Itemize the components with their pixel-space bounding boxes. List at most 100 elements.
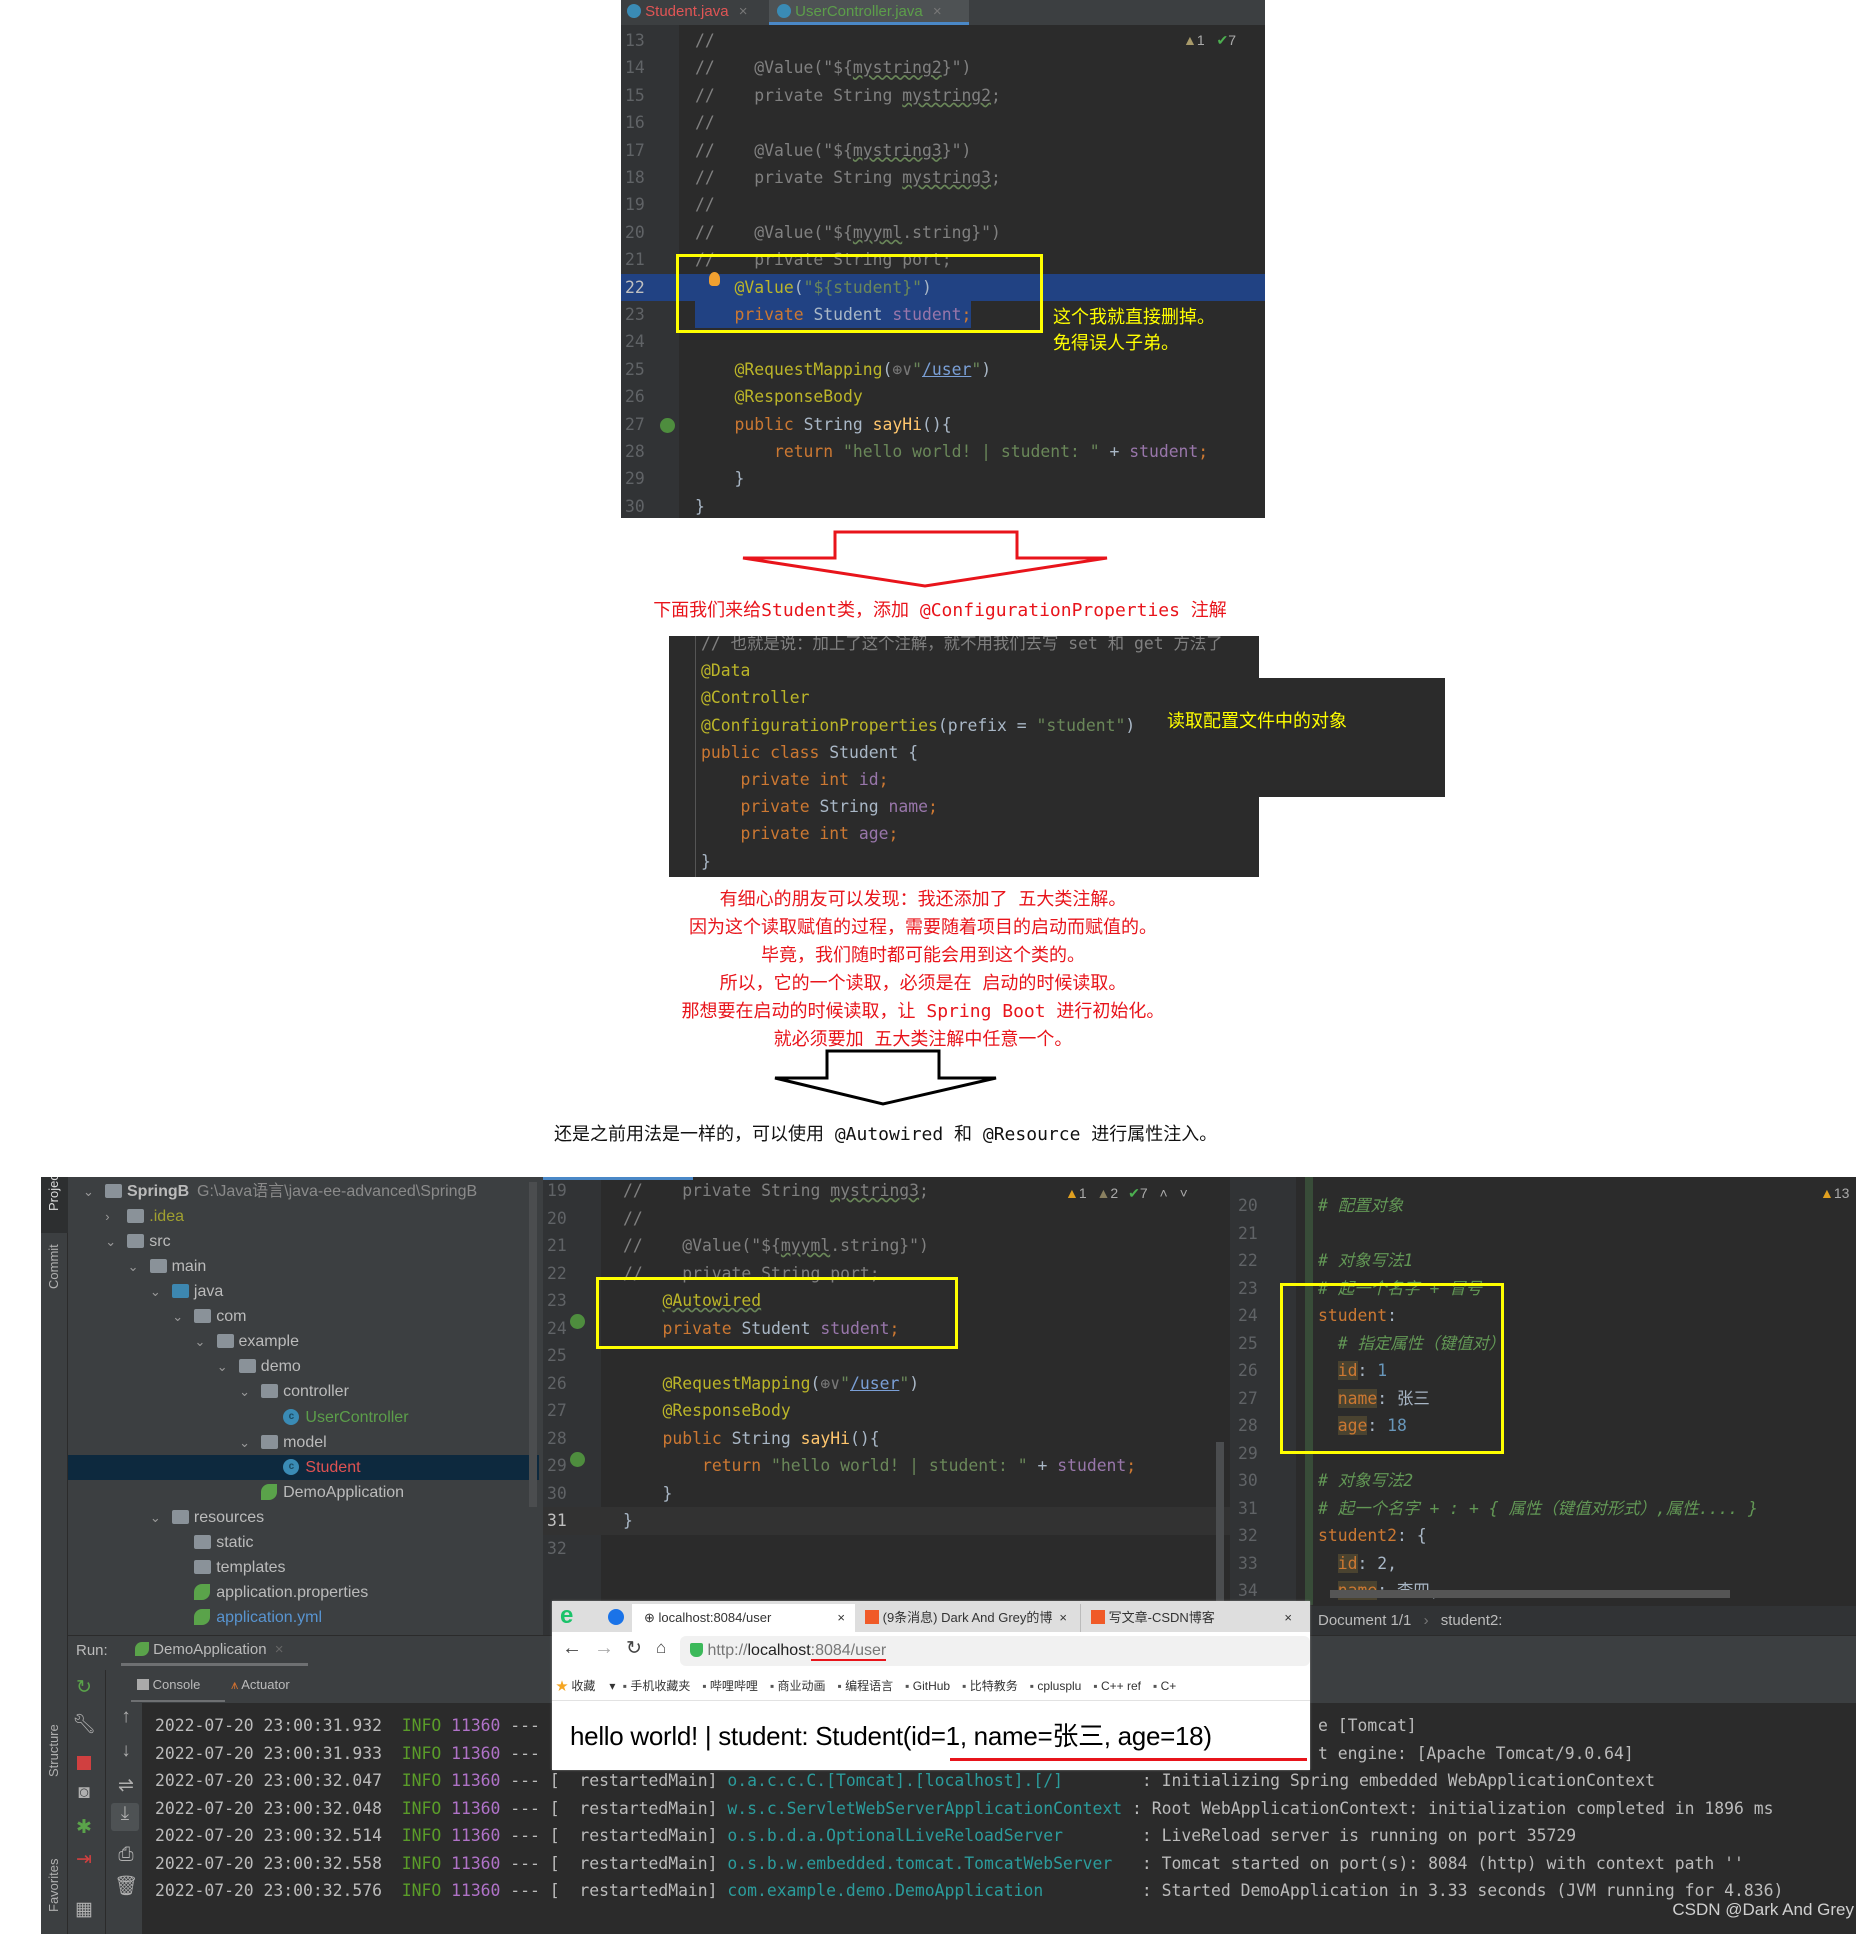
- autowired-gutter-icon[interactable]: [570, 1314, 585, 1329]
- code-line[interactable]: 33 id: 2,: [1230, 1550, 1856, 1578]
- tree-item[interactable]: ⌄ com: [68, 1304, 539, 1329]
- code-line[interactable]: 31 # 起一个名字 + : + { 属性（键值对形式）,属性.... }: [1230, 1495, 1856, 1523]
- chevron-down-icon[interactable]: ⌄: [83, 1179, 94, 1204]
- tree-item[interactable]: ⌄ example: [68, 1329, 539, 1354]
- code-line[interactable]: 27 @ResponseBody: [543, 1397, 1230, 1425]
- code-line[interactable]: public class Student {: [669, 739, 1259, 766]
- tab-student-java[interactable]: Student.java ×: [623, 0, 748, 25]
- tree-item[interactable]: application.yml: [68, 1605, 539, 1630]
- rerun-icon[interactable]: ↻: [70, 1676, 98, 1699]
- close-icon[interactable]: ×: [275, 1641, 284, 1658]
- forward-icon[interactable]: →: [594, 1637, 614, 1660]
- code-line[interactable]: 27 public String sayHi(){: [621, 411, 1265, 438]
- code-line[interactable]: 21: [1230, 1220, 1856, 1248]
- clear-trash-icon[interactable]: 🗑︎: [112, 1874, 140, 1898]
- scroll-down-icon[interactable]: ↓: [112, 1740, 140, 1762]
- tree-item[interactable]: static: [68, 1530, 539, 1555]
- tree-item[interactable]: templates: [68, 1555, 539, 1580]
- structure-tool-label[interactable]: Structure: [46, 1724, 61, 1777]
- print-icon[interactable]: ⎙: [112, 1844, 140, 1866]
- close-icon[interactable]: ×: [933, 3, 942, 20]
- breadcrumb-item[interactable]: student2:: [1441, 1612, 1503, 1629]
- tree-item[interactable]: ⌄ model: [68, 1430, 539, 1455]
- tree-item[interactable]: ⌄ controller: [68, 1379, 539, 1404]
- bookmark-item[interactable]: ▪ 编程语言: [838, 1679, 894, 1693]
- reload-icon[interactable]: ↻: [626, 1637, 642, 1660]
- actuator-tab[interactable]: ⩚ Actuator: [231, 1670, 290, 1702]
- code-line[interactable]: 25 @RequestMapping(⊕∨"/user"): [621, 356, 1265, 383]
- code-line[interactable]: 17 // @Value("${mystring3}"): [621, 137, 1265, 164]
- bookmark-item[interactable]: ▪ 手机收藏夹: [623, 1679, 691, 1693]
- close-icon[interactable]: ×: [739, 3, 748, 20]
- code-line[interactable]: 16 //: [621, 109, 1265, 136]
- code-line[interactable]: 30}: [621, 493, 1265, 518]
- camera-icon[interactable]: ◙: [70, 1782, 98, 1804]
- bookmark-item[interactable]: ▪ 比特教务: [962, 1679, 1018, 1693]
- tree-item[interactable]: › .idea: [68, 1204, 539, 1229]
- chevron-down-icon[interactable]: ⌄: [172, 1304, 183, 1329]
- bookmark-item[interactable]: ▪ 商业动画: [770, 1679, 826, 1693]
- code-line[interactable]: 26 @ResponseBody: [621, 383, 1265, 410]
- bookmark-item[interactable]: ▪ C+: [1153, 1679, 1176, 1693]
- code-line[interactable]: // 也就是说：加上了这个注解，就不用我们去写 set 和 get 方法了: [669, 636, 1259, 657]
- home-icon[interactable]: ⌂: [656, 1638, 666, 1658]
- close-tab-icon[interactable]: ×: [837, 1604, 845, 1632]
- commit-tool-label[interactable]: Commit: [46, 1244, 61, 1289]
- code-line[interactable]: 31}: [543, 1507, 1230, 1535]
- code-line[interactable]: 13 //: [621, 27, 1265, 54]
- code-line[interactable]: 20 //: [543, 1205, 1230, 1233]
- debug-icon[interactable]: ✱: [70, 1816, 98, 1839]
- soft-wrap-icon[interactable]: ⇌: [112, 1774, 140, 1797]
- chevron-right-icon[interactable]: ›: [105, 1204, 109, 1229]
- code-line[interactable]: private int age;: [669, 820, 1259, 847]
- tree-item[interactable]: application.properties: [68, 1580, 539, 1605]
- tree-item[interactable]: ⌄ resources: [68, 1505, 539, 1530]
- chevron-down-icon[interactable]: ⌄: [239, 1430, 250, 1455]
- close-tab-icon[interactable]: ×: [1059, 1604, 1067, 1632]
- stop-icon[interactable]: [77, 1756, 91, 1770]
- bookmark-item[interactable]: ▪ 哔哩哔哩: [702, 1679, 758, 1693]
- chevron-down-icon[interactable]: ⌄: [150, 1505, 161, 1530]
- tree-scrollbar[interactable]: [529, 1182, 537, 1507]
- navigation-icon[interactable]: [608, 1609, 624, 1625]
- code-line[interactable]: 14 // @Value("${mystring2}"): [621, 54, 1265, 81]
- code-line[interactable]: 32: [543, 1535, 1230, 1563]
- spring-web-gutter-icon[interactable]: [660, 418, 675, 433]
- tree-item[interactable]: ⌄ main: [68, 1254, 539, 1279]
- favorites-tool-label[interactable]: Favorites: [46, 1859, 61, 1912]
- chevron-down-icon[interactable]: ⌄: [150, 1279, 161, 1304]
- code-line[interactable]: 20 // @Value("${myyml.string}"): [621, 219, 1265, 246]
- bookmark-item[interactable]: ▪ GitHub: [905, 1679, 950, 1693]
- code-line[interactable]: @Data: [669, 657, 1259, 684]
- bookmark-item[interactable]: ★ 收藏: [556, 1679, 595, 1693]
- code-line[interactable]: 29 }: [621, 465, 1265, 492]
- browser-tab[interactable]: (9条消息) Dark And Grey的博 ×: [855, 1604, 1077, 1632]
- tree-item[interactable]: ⌄ src: [68, 1229, 539, 1254]
- layout-icon[interactable]: ▦: [70, 1898, 98, 1921]
- code-line[interactable]: 19 // private String mystring3;: [543, 1177, 1230, 1205]
- browser-tab[interactable]: 写文章-CSDN博客 ×: [1080, 1604, 1302, 1632]
- code-line[interactable]: 22 # 对象写法1: [1230, 1247, 1856, 1275]
- chevron-down-icon[interactable]: ⌄: [105, 1229, 116, 1254]
- chevron-down-icon[interactable]: ⌄: [217, 1354, 228, 1379]
- close-tab-icon[interactable]: ×: [1284, 1604, 1292, 1632]
- bookmark-item[interactable]: ▪ cplusplu: [1030, 1679, 1082, 1693]
- chevron-down-icon[interactable]: ⌄: [128, 1254, 139, 1279]
- code-line[interactable]: 18 // private String mystring3;: [621, 164, 1265, 191]
- scroll-up-icon[interactable]: ↑: [112, 1706, 140, 1728]
- bookmark-dropdown-icon[interactable]: ▾: [609, 1679, 618, 1693]
- address-bar[interactable]: http://localhost:8084/user: [680, 1636, 1310, 1666]
- tree-item[interactable]: ⌄ java: [68, 1279, 539, 1304]
- tree-item[interactable]: c UserController: [68, 1405, 539, 1430]
- exit-icon[interactable]: ⇥: [70, 1848, 98, 1871]
- tree-item[interactable]: c Student: [68, 1454, 539, 1480]
- chevron-down-icon[interactable]: ⌄: [195, 1329, 206, 1354]
- code-line[interactable]: 30 }: [543, 1480, 1230, 1508]
- spring-web-gutter-icon[interactable]: [570, 1452, 585, 1467]
- run-config-tab[interactable]: DemoApplication ×: [121, 1636, 308, 1666]
- code-line[interactable]: 15 // private String mystring2;: [621, 82, 1265, 109]
- tab-usercontroller-java[interactable]: UserController.java ×: [769, 0, 969, 25]
- browser-logo-icon[interactable]: e: [560, 1603, 573, 1629]
- settings-wrench-icon[interactable]: 🔧︎: [70, 1712, 98, 1736]
- code-line[interactable]: private String name;: [669, 793, 1259, 820]
